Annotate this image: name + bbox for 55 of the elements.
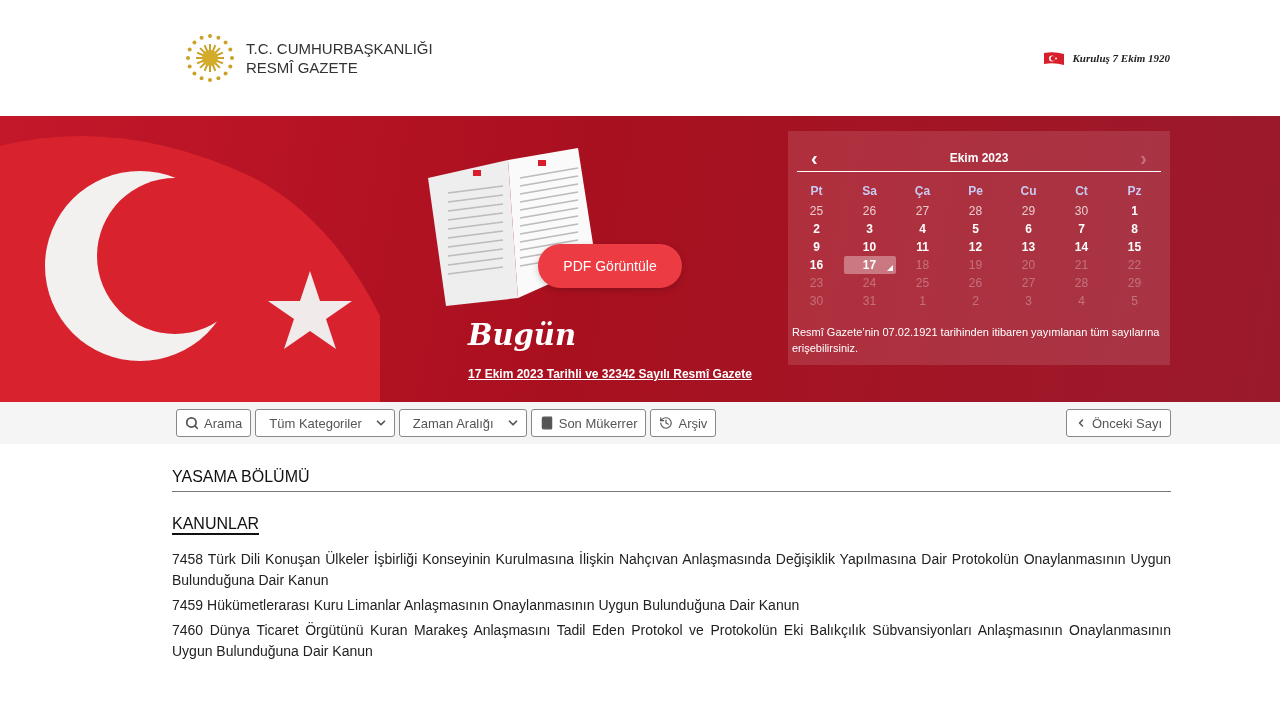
pdf-view-button[interactable]: PDF Görüntüle: [538, 244, 682, 288]
calendar-day[interactable]: 10: [843, 238, 896, 256]
calendar-day[interactable]: 5: [949, 220, 1002, 238]
toolbar-button[interactable]: Arşiv: [650, 409, 717, 437]
law-link[interactable]: 7459 Hükümetlerarası Kuru Limanlar Anlaşmasının Onaylanmasının Uygun Bulunduğuna Dair Kanun: [172, 595, 1171, 616]
flag-icon: [1044, 51, 1065, 65]
calendar-day[interactable]: 1: [1108, 202, 1161, 220]
calendar-day[interactable]: 14: [1055, 238, 1108, 256]
weekday-label: Ct: [1074, 183, 1089, 200]
weekday-label: Ça: [913, 183, 932, 200]
calendar-day[interactable]: 29: [1002, 202, 1055, 220]
calendar-day[interactable]: 13: [1002, 238, 1055, 256]
calendar-day[interactable]: 16: [790, 256, 843, 274]
filter-dropdown[interactable]: Tüm Kategoriler: [255, 409, 395, 437]
sun-emblem-icon: [184, 32, 236, 84]
calendar-month: Ekim 2023: [949, 151, 1009, 165]
previous-month-button[interactable]: ‹: [807, 148, 822, 168]
today-gazette-link[interactable]: 17 Ekim 2023 Tarihli ve 32342 Sayılı Resmî Gazete: [468, 366, 752, 384]
calendar-day[interactable]: 15: [1108, 238, 1161, 256]
calendar-day[interactable]: 26: [843, 202, 896, 220]
law-link[interactable]: 7460 Dünya Ticaret Örgütünü Kuran Marakeş Anlaşmasını Tadil Eden Protokol ve Protokolün Eki Balıkçılık Sübvansiyonları Anlaşmasının Onaylanmasının Uygun Bulunduğuna Dair Kanun: [172, 620, 1171, 662]
previous-issue-button[interactable]: Önceki Sayı: [1065, 409, 1171, 437]
calendar-day[interactable]: 6: [1002, 220, 1055, 238]
calendar-day[interactable]: 12: [949, 238, 1002, 256]
calendar-day[interactable]: 25: [790, 202, 843, 220]
today-title: Bugün: [468, 318, 578, 352]
calendar-day[interactable]: 30: [1055, 202, 1108, 220]
law-link[interactable]: 7458 Türk Dili Konuşan Ülkeler İşbirliği Konseyinin Kurulmasına İlişkin Nahçıvan Anlaşmasında Değişiklik Yapılmasına Dair Protokolün Onaylanmasının Uygun Bulunduğuna Dair Kanun: [172, 549, 1171, 591]
weekday-label: Sa: [861, 183, 878, 200]
archive-note: Resmî Gazete’nin 07.02.1921 tarihinden itibaren yayımlanan tüm sayılarına erişebilirsiniz.: [792, 325, 1161, 356]
calendar-day[interactable]: 2: [790, 220, 843, 238]
filter-dropdown[interactable]: Zaman Aralığı: [398, 409, 527, 437]
calendar-day[interactable]: 4: [896, 220, 949, 238]
weekday-label: Pt: [809, 183, 824, 200]
weekday-label: Pz: [1126, 183, 1143, 200]
section-heading: YASAMA BÖLÜMÜ: [172, 468, 1171, 492]
search-icon: [185, 416, 199, 430]
weekday-label: Pe: [967, 183, 984, 200]
calendar-day[interactable]: 3: [843, 220, 896, 238]
calendar-day[interactable]: 9: [790, 238, 843, 256]
calendar-day[interactable]: 28: [949, 202, 1002, 220]
founding-motto: Kuruluş 7 Ekim 1920: [1072, 52, 1170, 64]
toolbar-button[interactable]: Son Mükerrer: [530, 409, 647, 437]
site-title: T.C. CUMHURBAŞKANLIĞI: [246, 39, 433, 58]
calendar-day[interactable]: 8: [1108, 220, 1161, 238]
subsection-heading: KANUNLAR: [172, 514, 260, 535]
toolbar-button[interactable]: Arama: [176, 409, 252, 437]
weekday-label: Cu: [1019, 183, 1038, 200]
calendar-day[interactable]: 11: [896, 238, 949, 256]
book-icon: [539, 416, 554, 430]
calendar-day[interactable]: 7: [1055, 220, 1108, 238]
calendar-day[interactable]: 27: [896, 202, 949, 220]
site-subtitle: RESMÎ GAZETE: [246, 58, 359, 77]
history-icon: [659, 416, 674, 430]
calendar-day[interactable]: 17: [843, 256, 896, 274]
